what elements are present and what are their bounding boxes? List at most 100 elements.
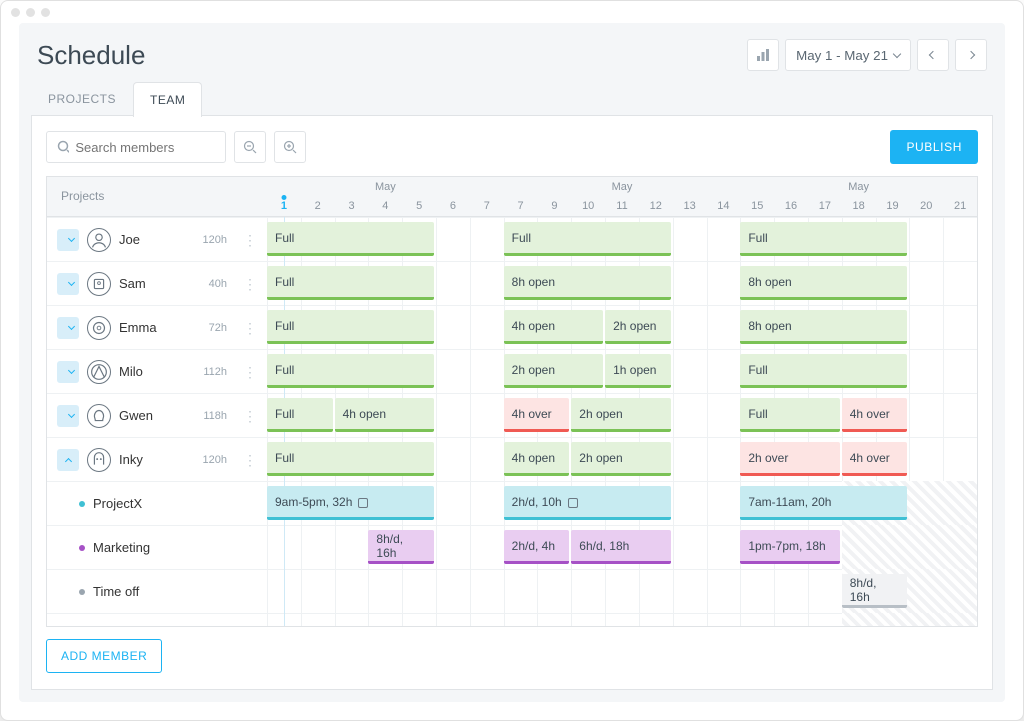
chart-view-button[interactable] (747, 39, 779, 71)
row-menu-button[interactable]: ⋮ (243, 277, 257, 291)
date-range-picker[interactable]: May 1 - May 21 (785, 39, 911, 71)
day-number: 7 (504, 200, 538, 212)
next-range-button[interactable] (955, 39, 987, 71)
schedule-bar[interactable]: Full (740, 222, 907, 256)
day-header: 10 (571, 177, 605, 217)
zoom-in-button[interactable] (274, 131, 306, 163)
row-canvas: Full 4h open2h open 8h open (267, 305, 977, 349)
chevron-down-icon (893, 50, 901, 58)
schedule-bar[interactable]: Full (267, 266, 434, 300)
row-menu-button[interactable]: ⋮ (243, 233, 257, 247)
schedule-bar[interactable]: 8h/d, 16h (368, 530, 434, 564)
day-number: 21 (943, 200, 977, 212)
schedule-bar[interactable]: Full (267, 310, 434, 344)
schedule-bar[interactable]: Full (267, 398, 333, 432)
day-header: 13 (673, 177, 707, 217)
schedule-bar[interactable]: Full (267, 442, 434, 476)
row-menu-button[interactable]: ⋮ (243, 409, 257, 423)
expand-toggle[interactable] (57, 229, 79, 251)
day-header: 9 (537, 177, 571, 217)
add-member-button[interactable]: ADD MEMBER (46, 639, 162, 673)
add-project-row[interactable]: + Project (47, 613, 267, 627)
schedule-bar[interactable]: 4h over (842, 442, 908, 476)
schedule-bar[interactable]: 8h/d, 16h (842, 574, 908, 608)
row-canvas (267, 613, 977, 627)
day-number: 1 (267, 200, 301, 212)
day-number: 19 (876, 200, 910, 212)
zoom-out-button[interactable] (234, 131, 266, 163)
schedule-bar[interactable]: 2h open (504, 354, 603, 388)
schedule-bar[interactable]: 2h/d, 10h (504, 486, 671, 520)
schedule-bar[interactable]: 4h open (504, 442, 570, 476)
row-canvas: Full4h open4h over2h openFull4h over (267, 393, 977, 437)
schedule-bar[interactable]: Full (740, 398, 839, 432)
bar-chart-icon (756, 48, 770, 62)
row-canvas: 9am-5pm, 32h 2h/d, 10h 7am-11am, 20h (267, 481, 977, 525)
day-header: 20 (909, 177, 943, 217)
day-header: 7 (470, 177, 504, 217)
search-input[interactable] (75, 140, 215, 155)
window-dot (41, 8, 50, 17)
chevron-icon (67, 323, 74, 330)
chevron-right-icon (967, 51, 975, 59)
schedule-bar[interactable]: 4h over (842, 398, 908, 432)
schedule-bar[interactable]: Full (504, 222, 671, 256)
schedule-bar[interactable]: Full (267, 222, 434, 256)
schedule-bar[interactable]: 6h/d, 18h (571, 530, 670, 564)
member-row: Emma 72h ⋮ (47, 305, 267, 349)
month-label: May (842, 177, 876, 193)
expand-toggle[interactable] (57, 317, 79, 339)
row-menu-button[interactable]: ⋮ (243, 321, 257, 335)
day-header: 19 (876, 177, 910, 217)
schedule-bar[interactable]: 4h over (504, 398, 570, 432)
expand-toggle[interactable] (57, 405, 79, 427)
day-header: 7 (504, 177, 538, 217)
chevron-icon (67, 411, 74, 418)
schedule-bar[interactable]: Full (740, 354, 907, 388)
schedule-grid: Projects 1 2 3 May 4 5 (46, 176, 978, 627)
schedule-bar[interactable]: 9am-5pm, 32h (267, 486, 434, 520)
schedule-bar[interactable]: 4h open (504, 310, 603, 344)
tab-team[interactable]: TEAM (133, 82, 202, 117)
member-hours: 40h (209, 278, 227, 290)
schedule-bar[interactable]: 7am-11am, 20h (740, 486, 907, 520)
schedule-bar[interactable]: 1pm-7pm, 18h (740, 530, 839, 564)
project-row: ProjectX (47, 481, 267, 525)
tabs: PROJECTS TEAM (19, 81, 1005, 116)
member-name: Milo (119, 364, 143, 379)
expand-toggle[interactable] (57, 361, 79, 383)
chevron-left-icon (929, 51, 937, 59)
search-icon (57, 140, 69, 154)
month-label: May (368, 177, 402, 193)
window-dot (26, 8, 35, 17)
schedule-bar[interactable]: 2h open (571, 398, 670, 432)
project-bullet-icon (79, 545, 85, 551)
day-number: 7 (470, 200, 504, 212)
zoom-out-icon (243, 140, 257, 154)
schedule-bar[interactable]: 2h open (571, 442, 670, 476)
prev-range-button[interactable] (917, 39, 949, 71)
expand-toggle[interactable] (57, 449, 79, 471)
project-bullet-icon (79, 589, 85, 595)
day-header: May 11 (605, 177, 639, 217)
schedule-bar[interactable]: 1h open (605, 354, 671, 388)
schedule-bar[interactable]: 8h open (740, 266, 907, 300)
plus-circle-icon: + (65, 626, 85, 628)
schedule-bar[interactable]: 2h/d, 4h (504, 530, 570, 564)
schedule-bar[interactable]: 2h open (605, 310, 671, 344)
day-number: 5 (402, 200, 436, 212)
tab-projects[interactable]: PROJECTS (31, 81, 133, 116)
row-menu-button[interactable]: ⋮ (243, 453, 257, 467)
note-icon (568, 498, 578, 508)
schedule-bar[interactable]: Full (267, 354, 434, 388)
row-menu-button[interactable]: ⋮ (243, 365, 257, 379)
month-label: May (605, 177, 639, 193)
schedule-bar[interactable]: 4h open (335, 398, 434, 432)
schedule-bar[interactable]: 8h open (740, 310, 907, 344)
schedule-bar[interactable]: 8h open (504, 266, 671, 300)
day-number: 13 (673, 200, 707, 212)
publish-button[interactable]: PUBLISH (890, 130, 978, 164)
row-canvas: 8h/d, 16h 2h/d, 4h6h/d, 18h 1pm-7pm, 18h (267, 525, 977, 569)
expand-toggle[interactable] (57, 273, 79, 295)
schedule-bar[interactable]: 2h over (740, 442, 839, 476)
